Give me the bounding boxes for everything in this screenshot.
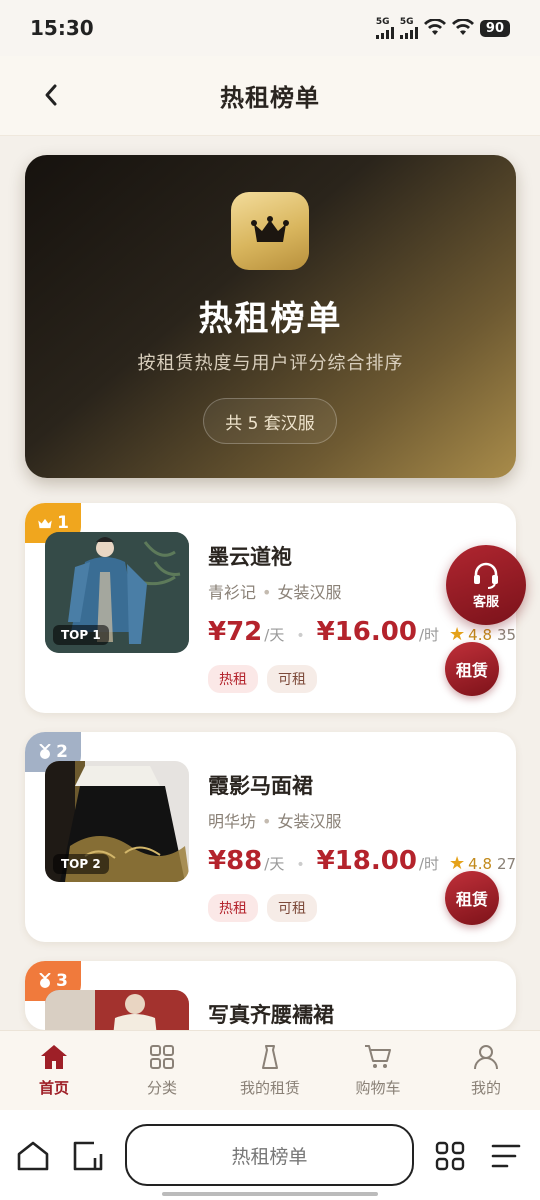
medal-icon — [39, 973, 51, 988]
bottom-tab-bar: 首页 分类 我的租赁 购物车 我的 — [0, 1030, 540, 1110]
home-icon — [41, 1045, 67, 1069]
wifi-icon — [451, 19, 474, 35]
rent-count: 35人 — [497, 626, 516, 644]
hanfu-photo — [45, 990, 189, 1030]
item-count-pill: 共 5 套汉服 — [203, 398, 337, 444]
customer-service-button[interactable]: 客服 — [446, 545, 526, 625]
hero-title: 热租榜单 — [198, 299, 343, 339]
headset-icon — [474, 562, 498, 589]
rank-item-card[interactable]: 3 写真齐腰襦裙 — [25, 961, 516, 1030]
item-tags: 热租 可租 — [208, 665, 317, 693]
item-name: 墨云道袍 — [208, 545, 292, 569]
hero-banner: 热租榜单 按租赁热度与用户评分综合排序 共 5 套汉服 — [25, 155, 516, 478]
rent-button[interactable]: 租赁 — [445, 871, 499, 925]
item-name: 霞影马面裙 — [208, 774, 313, 798]
item-category: 女装汉服 — [277, 812, 342, 831]
rent-button[interactable]: 租赁 — [445, 642, 499, 696]
tab-profile[interactable]: 我的 — [432, 1031, 540, 1110]
price-per-day: ¥88 — [208, 846, 263, 876]
star-icon: ★ — [449, 853, 466, 874]
rating: ★ 4.8 35人 — [449, 624, 516, 645]
user-icon — [474, 1045, 498, 1070]
rank-item-card[interactable]: 2 TOP 2 霞影马面裙 明华坊 • 女装汉服 ¥88 /天 • ¥18.00 /… — [25, 732, 516, 942]
status-time: 15:30 — [30, 16, 94, 40]
shop-name: 明华坊 — [208, 812, 257, 831]
crown-icon — [38, 518, 52, 528]
battery-indicator: 90 — [479, 19, 510, 37]
item-thumbnail[interactable]: TOP 1 — [45, 532, 189, 653]
item-category: 女装汉服 — [277, 583, 342, 602]
cellular-signal-icon: 5G — [399, 17, 418, 39]
apps-grid-icon[interactable] — [434, 1140, 466, 1172]
rent-count: 27人 — [497, 855, 516, 873]
tag-available: 可租 — [267, 894, 317, 922]
item-tags: 热租 可租 — [208, 894, 317, 922]
tag-hot: 热租 — [208, 665, 258, 693]
service-label: 客服 — [472, 594, 499, 610]
price-per-hour: ¥18.00 — [316, 846, 417, 876]
home-icon[interactable] — [16, 1140, 50, 1172]
wifi-icon — [423, 19, 446, 35]
browser-toolbar: 热租榜单 — [0, 1110, 540, 1200]
chevron-left-icon — [45, 84, 57, 106]
tag-hot: 热租 — [208, 894, 258, 922]
item-meta: 青衫记 • 女装汉服 — [208, 583, 342, 602]
tab-cart[interactable]: 购物车 — [324, 1031, 432, 1110]
tabs-icon[interactable] — [72, 1140, 106, 1172]
crown-badge — [231, 192, 309, 270]
status-icons: 5G 5G 90 — [375, 17, 510, 39]
top-rank-tag: TOP 1 — [53, 625, 109, 645]
nav-header: 热租榜单 — [0, 56, 540, 136]
crown-icon — [251, 216, 289, 242]
address-bar[interactable]: 热租榜单 — [125, 1124, 414, 1186]
top-rank-tag: TOP 2 — [53, 854, 109, 874]
tab-my-rentals[interactable]: 我的租赁 — [216, 1031, 324, 1110]
item-meta: 明华坊 • 女装汉服 — [208, 812, 342, 831]
menu-icon[interactable] — [490, 1140, 522, 1172]
page-title: 热租榜单 — [220, 84, 320, 112]
price-per-day: ¥72 — [208, 617, 263, 647]
cellular-signal-icon: 5G — [375, 17, 394, 39]
back-button[interactable] — [36, 80, 66, 110]
cart-icon — [365, 1045, 391, 1068]
rank-item-card[interactable]: 1 TOP 1 墨云道袍 青衫记 • 女装汉服 ¥72 /天 • ¥16.00 /时… — [25, 503, 516, 713]
home-indicator — [162, 1192, 378, 1196]
status-bar: 15:30 5G 5G 90 — [0, 0, 540, 56]
grid-icon — [150, 1045, 174, 1069]
hero-subtitle: 按租赁热度与用户评分综合排序 — [137, 353, 404, 374]
price-per-hour: ¥16.00 — [316, 617, 417, 647]
star-icon: ★ — [449, 624, 466, 645]
item-thumbnail[interactable] — [45, 990, 189, 1030]
tab-home[interactable]: 首页 — [0, 1031, 108, 1110]
shop-name: 青衫记 — [208, 583, 257, 602]
medal-icon — [39, 744, 51, 759]
item-thumbnail[interactable]: TOP 2 — [45, 761, 189, 882]
tag-available: 可租 — [267, 665, 317, 693]
garment-icon — [262, 1045, 278, 1069]
item-name: 写真齐腰襦裙 — [208, 1003, 334, 1027]
tab-category[interactable]: 分类 — [108, 1031, 216, 1110]
rating: ★ 4.8 27人 — [449, 853, 516, 874]
